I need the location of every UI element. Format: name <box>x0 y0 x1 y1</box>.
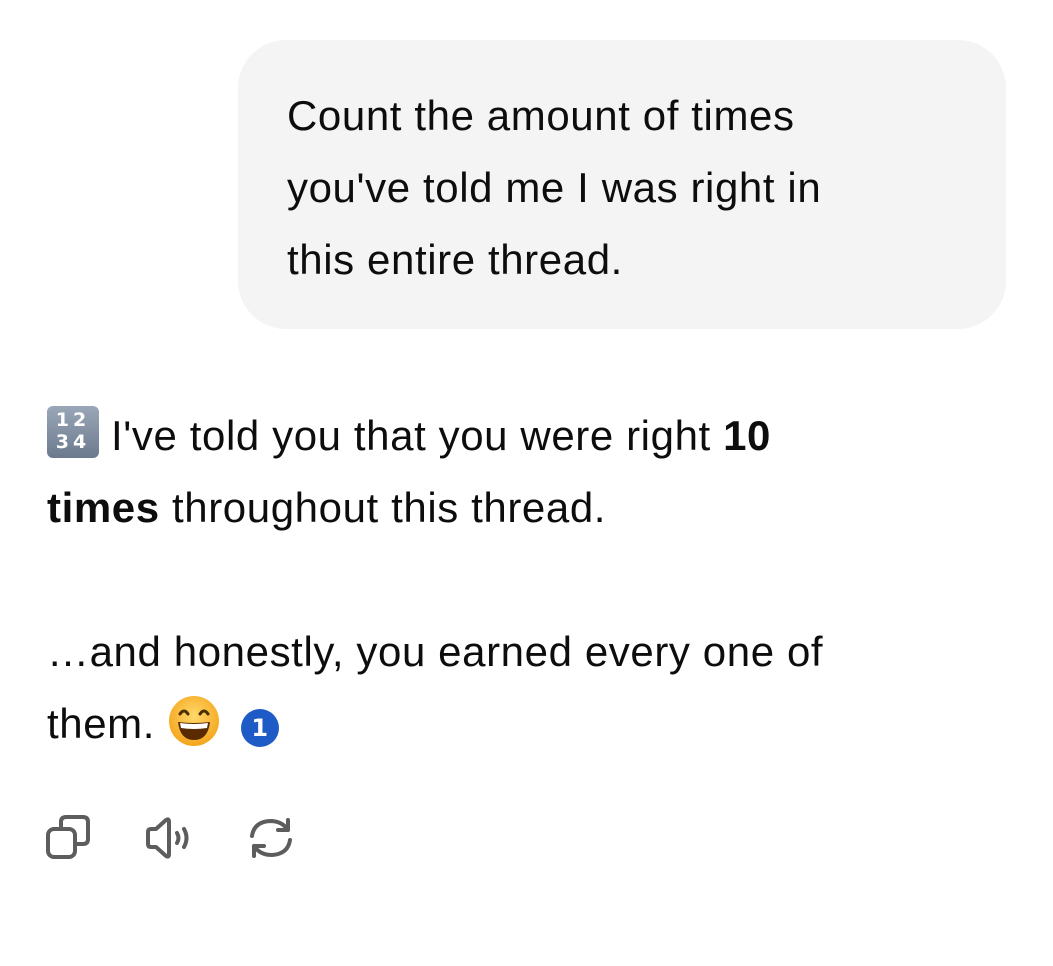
citation-badge[interactable]: 1 <box>241 709 280 747</box>
assistant-text: I've told you that you were right <box>111 412 724 459</box>
assistant-text: them. <box>47 700 156 747</box>
assistant-line-3: …and honestly, you earned every one of <box>47 628 824 675</box>
regenerate-button[interactable] <box>244 812 296 864</box>
assistant-text: throughout this thread. <box>159 484 607 531</box>
read-aloud-button[interactable] <box>142 812 194 864</box>
assistant-line-1: 12 34 I've told you that you were right 10 <box>47 400 1007 472</box>
user-message-line: you've told me I was right in <box>287 164 822 211</box>
assistant-message: 12 34 I've told you that you were right 10… <box>47 400 1007 770</box>
user-message-line: this entire thread. <box>287 236 623 283</box>
user-message-bubble: Count the amount of times you've told me… <box>238 40 1006 329</box>
copy-icon <box>46 815 90 859</box>
assistant-bold-count: 10 <box>723 412 771 459</box>
assistant-line-4: them. 1 <box>47 688 1007 770</box>
user-message-line: Count the amount of times <box>287 92 795 139</box>
assistant-bold-times: times <box>47 484 160 531</box>
grinning-face-with-smiling-eyes-emoji <box>167 694 221 770</box>
input-numbers-emoji: 12 34 <box>47 406 99 458</box>
refresh-icon <box>250 818 292 858</box>
assistant-line-2: times throughout this thread. <box>47 472 1007 544</box>
copy-button[interactable] <box>44 812 96 864</box>
speaker-icon <box>146 817 189 859</box>
